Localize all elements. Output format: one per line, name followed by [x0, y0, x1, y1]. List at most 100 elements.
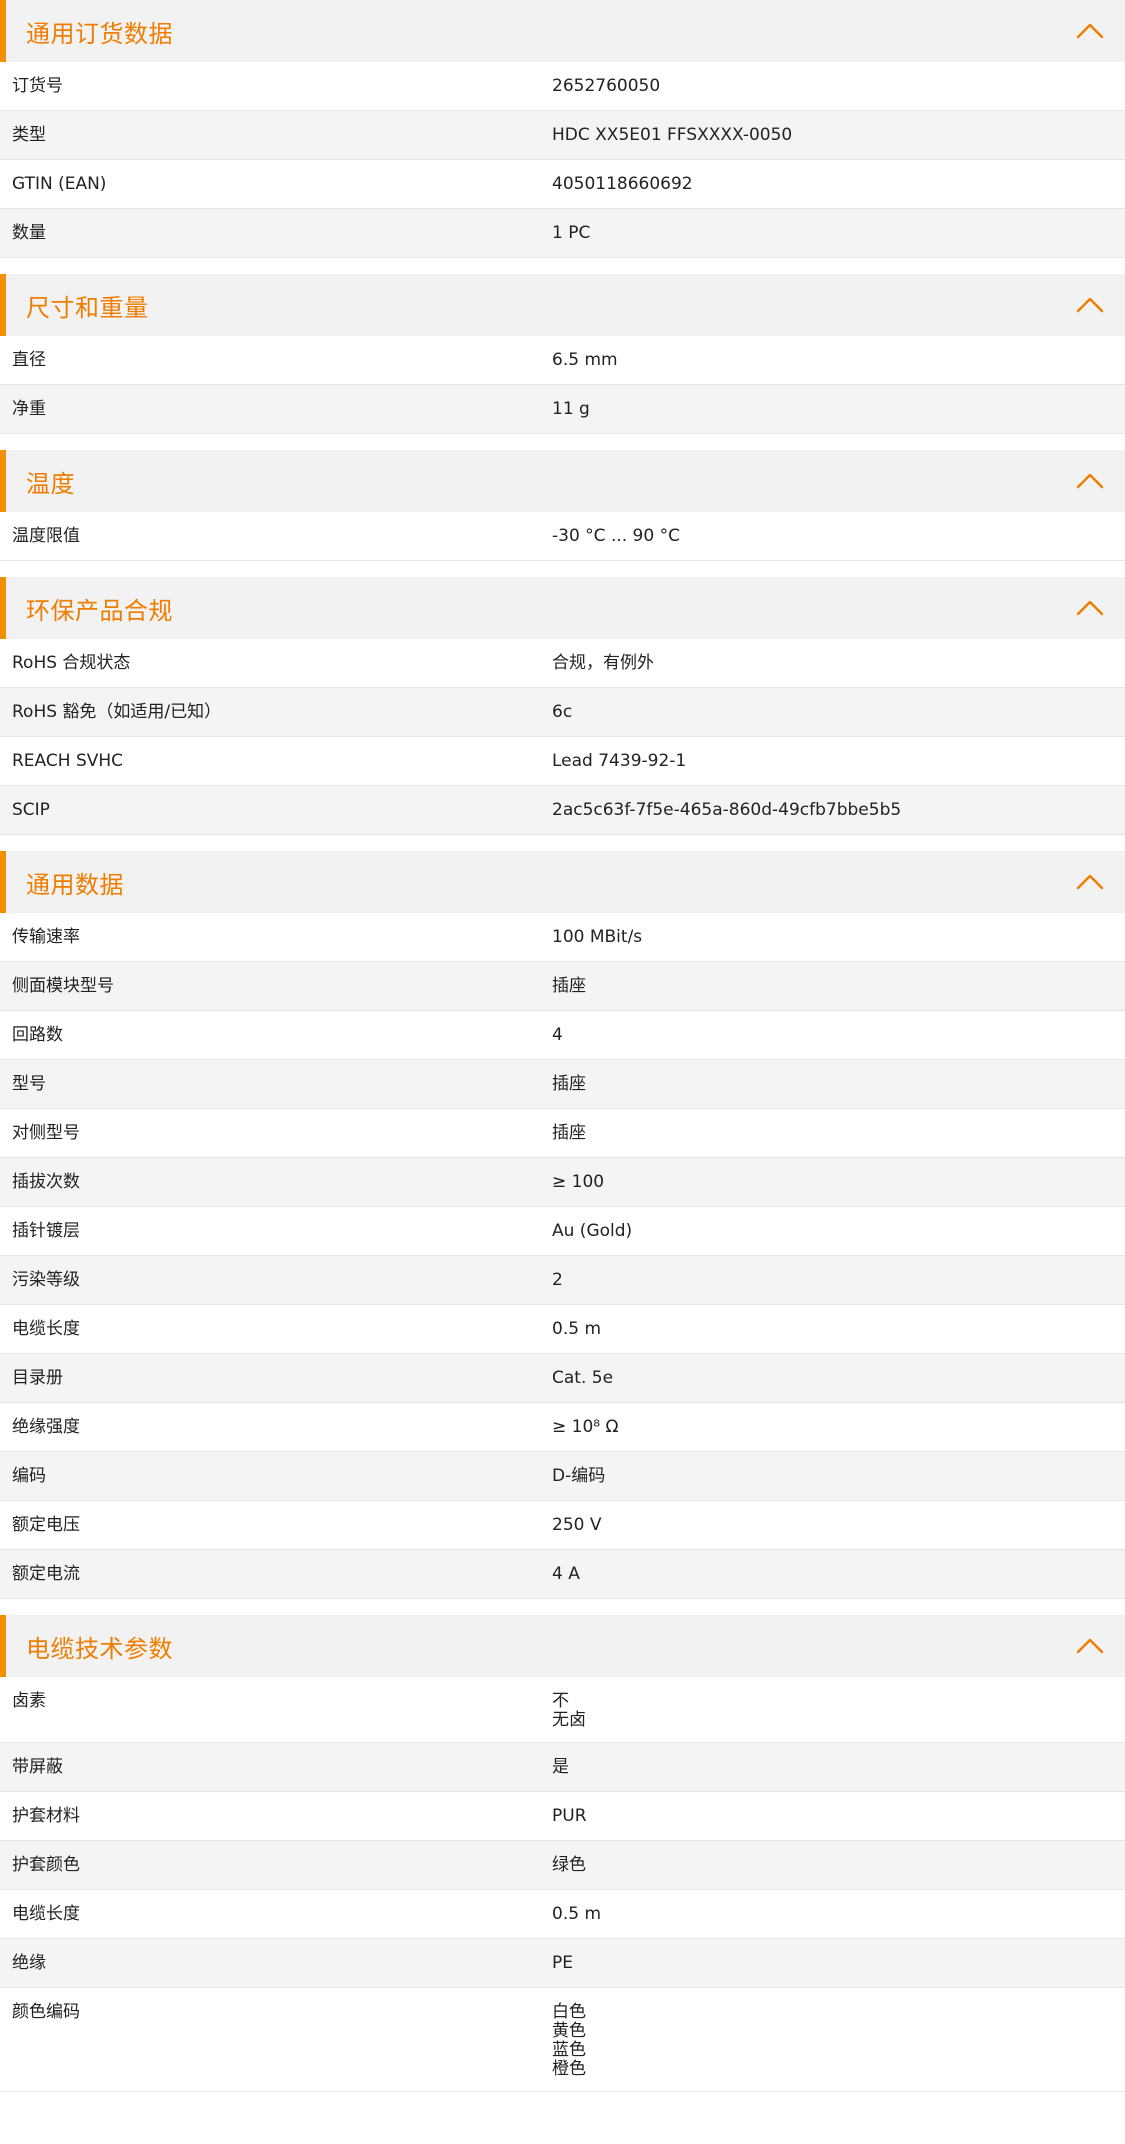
value-line: 4 — [552, 1025, 563, 1045]
value-line: 0.5 m — [552, 1319, 601, 1339]
accordion-section: 温度 温度限值 -30 °C ... 90 °C — [0, 450, 1125, 561]
row-label: 护套材料 — [12, 1806, 80, 1826]
value-line: 2652760050 — [552, 76, 661, 96]
row-label: GTIN (EAN) — [12, 174, 107, 194]
row-label: 护套颜色 — [12, 1855, 80, 1875]
accordion-section: 通用数据 传输速率 100 MBit/s 侧面模块型号 插座 回路数 4 型号 插座 对侧型号 插座… — [0, 851, 1125, 1599]
row-label: 绝缘强度 — [12, 1417, 80, 1437]
value-line: -30 °C ... 90 °C — [552, 526, 680, 546]
accordion-section: 尺寸和重量 直径 6.5 mm 净重 11 g — [0, 274, 1125, 434]
value-line: 绿色 — [552, 1855, 586, 1875]
value-line: 250 V — [552, 1515, 602, 1535]
row-value: 0.5 m — [540, 1305, 1125, 1353]
row-label: 直径 — [12, 350, 46, 370]
row-value: 6.5 mm — [540, 336, 1125, 384]
chevron-up-icon[interactable] — [1073, 871, 1107, 893]
accordion-section: 通用订货数据订货号 2652760050 类型 HDC XX5E01 FFSXXXX-… — [0, 0, 1125, 258]
section-header[interactable]: 通用订货数据 — [0, 0, 1125, 62]
table-row: 插拔次数 ≥ 100 — [0, 1158, 1125, 1207]
chevron-up-icon[interactable] — [1073, 20, 1107, 42]
value-line: 蓝色 — [552, 2040, 586, 2060]
row-label: 订货号 — [12, 76, 63, 96]
row-label: 电缆长度 — [12, 1319, 80, 1339]
value-line: ≥ 10⁸ Ω — [552, 1417, 619, 1437]
value-line: Au (Gold) — [552, 1221, 633, 1241]
row-label: 卤素 — [12, 1691, 46, 1711]
row-label: RoHS 豁免（如适用/已知） — [12, 702, 222, 722]
value-line: 插座 — [552, 976, 586, 996]
row-label: 额定电流 — [12, 1564, 80, 1584]
row-label: 类型 — [12, 125, 46, 145]
chevron-up-icon[interactable] — [1073, 1635, 1107, 1657]
table-row: 额定电流 4 A — [0, 1550, 1125, 1599]
row-value: 100 MBit/s — [540, 913, 1125, 961]
row-label: 编码 — [12, 1466, 46, 1486]
table-row: 目录册 Cat. 5e — [0, 1354, 1125, 1403]
table-row: 绝缘 PE — [0, 1939, 1125, 1988]
table-row: 编码 D-编码 — [0, 1452, 1125, 1501]
value-line: 黄色 — [552, 2021, 586, 2041]
value-line: 6.5 mm — [552, 350, 618, 370]
value-line: 0.5 m — [552, 1904, 601, 1924]
row-value: 1 PC — [540, 209, 1125, 257]
table-row: 污染等级 2 — [0, 1256, 1125, 1305]
value-line: 4 A — [552, 1564, 580, 1584]
value-line: Lead 7439-92-1 — [552, 751, 687, 771]
row-value: Lead 7439-92-1 — [540, 737, 1125, 785]
row-value: Au (Gold) — [540, 1207, 1125, 1255]
section-header[interactable]: 温度 — [0, 450, 1125, 512]
table-row: RoHS 合规状态 合规，有例外 — [0, 639, 1125, 688]
row-label: 电缆长度 — [12, 1904, 80, 1924]
row-label: REACH SVHC — [12, 751, 124, 771]
row-value: -30 °C ... 90 °C — [540, 512, 1125, 560]
table-row: 卤素 不无卤 — [0, 1677, 1125, 1743]
row-value: 绿色 — [540, 1841, 1125, 1889]
row-label: 污染等级 — [12, 1270, 80, 1290]
row-label: 插拔次数 — [12, 1172, 80, 1192]
row-label: 传输速率 — [12, 927, 80, 947]
section-title: 尺寸和重量 — [26, 293, 149, 322]
table-row: RoHS 豁免（如适用/已知） 6c — [0, 688, 1125, 737]
row-value: 4 A — [540, 1550, 1125, 1598]
chevron-up-icon[interactable] — [1073, 294, 1107, 316]
row-value: ≥ 100 — [540, 1158, 1125, 1206]
value-line: 是 — [552, 1757, 569, 1777]
section-header[interactable]: 尺寸和重量 — [0, 274, 1125, 336]
value-line: Cat. 5e — [552, 1368, 614, 1388]
chevron-up-icon[interactable] — [1073, 597, 1107, 619]
value-line: 无卤 — [552, 1710, 586, 1730]
table-row: 电缆长度 0.5 m — [0, 1890, 1125, 1939]
row-value: 11 g — [540, 385, 1125, 433]
table-row: 护套材料 PUR — [0, 1792, 1125, 1841]
row-value: 白色 黄色 蓝色 橙色 — [540, 1988, 1125, 2091]
product-data-page: 通用订货数据订货号 2652760050 类型 HDC XX5E01 FFSXXXX-… — [0, 0, 1125, 2092]
row-value: ≥ 10⁸ Ω — [540, 1403, 1125, 1451]
row-value: 插座 — [540, 962, 1125, 1010]
row-value: 4 — [540, 1011, 1125, 1059]
section-header[interactable]: 环保产品合规 — [0, 577, 1125, 639]
value-line: D-编码 — [552, 1466, 606, 1486]
value-line: 100 MBit/s — [552, 927, 643, 947]
row-value: Cat. 5e — [540, 1354, 1125, 1402]
section-header[interactable]: 通用数据 — [0, 851, 1125, 913]
table-row: 对侧型号 插座 — [0, 1109, 1125, 1158]
row-value: HDC XX5E01 FFSXXXX-0050 — [540, 111, 1125, 159]
table-row: SCIP 2ac5c63f-7f5e-465a-860d-49cfb7bbe5b5 — [0, 786, 1125, 835]
row-value: 4050118660692 — [540, 160, 1125, 208]
row-label: RoHS 合规状态 — [12, 653, 131, 673]
row-value: PUR — [540, 1792, 1125, 1840]
value-line: 插座 — [552, 1074, 586, 1094]
section-header[interactable]: 电缆技术参数 — [0, 1615, 1125, 1677]
row-label: 对侧型号 — [12, 1123, 80, 1143]
row-value: D-编码 — [540, 1452, 1125, 1500]
section-title: 通用数据 — [26, 870, 124, 899]
value-line: 橙色 — [552, 2059, 586, 2079]
accordion-section: 环保产品合规 RoHS 合规状态 合规，有例外 RoHS 豁免（如适用/已知） 6c RE… — [0, 577, 1125, 835]
table-row: 护套颜色 绿色 — [0, 1841, 1125, 1890]
chevron-up-icon[interactable] — [1073, 470, 1107, 492]
value-line: HDC XX5E01 FFSXXXX-0050 — [552, 125, 793, 145]
row-label: 目录册 — [12, 1368, 63, 1388]
table-row: 订货号 2652760050 — [0, 62, 1125, 111]
row-value: 不无卤 — [540, 1677, 1125, 1742]
row-label: 回路数 — [12, 1025, 63, 1045]
